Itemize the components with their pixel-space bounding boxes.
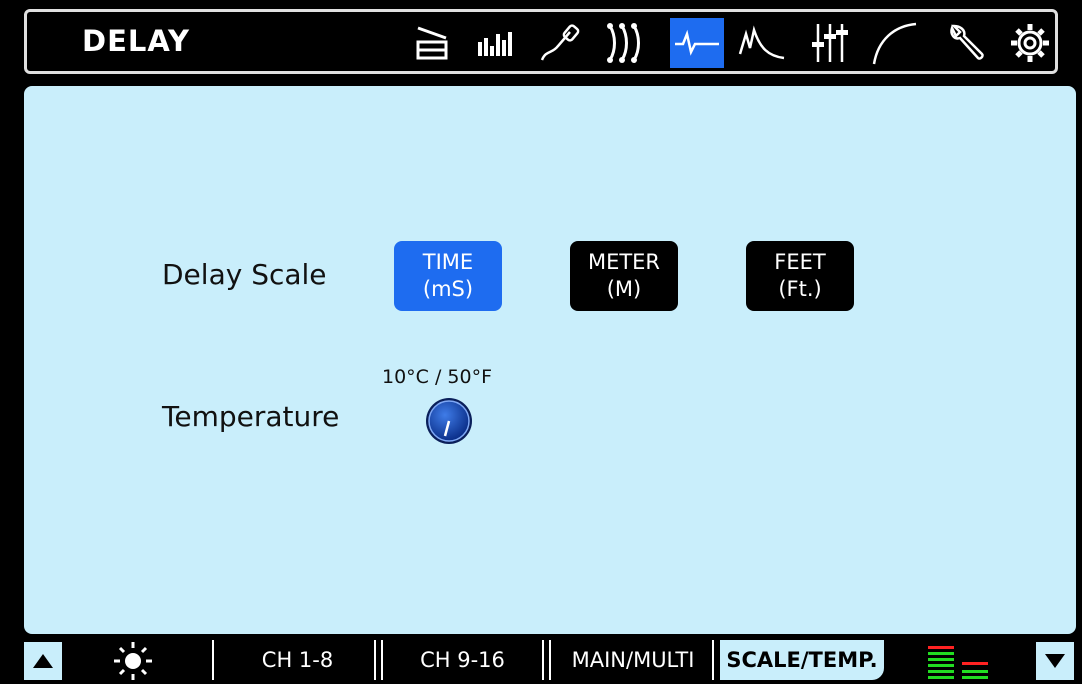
- tab-separator: [381, 640, 383, 680]
- tab-ch-1-8[interactable]: CH 1-8: [230, 640, 365, 680]
- scroll-up-button[interactable]: [24, 642, 62, 680]
- input-icon[interactable]: [405, 18, 459, 68]
- settings-icon[interactable]: [1003, 18, 1057, 68]
- eq-bars-icon[interactable]: [469, 18, 523, 68]
- arrow-down-icon: [1045, 654, 1065, 668]
- delay-scale-label: Delay Scale: [162, 258, 327, 291]
- temperature-label: Temperature: [162, 400, 340, 433]
- feet-scale-line2: (Ft.): [778, 277, 822, 301]
- tab-scale-temp[interactable]: SCALE/TEMP.: [720, 640, 884, 680]
- arrow-up-icon: [33, 654, 53, 668]
- temperature-readout: 10°C / 50°F: [382, 366, 493, 388]
- level-meter: [928, 646, 988, 679]
- cable-icon[interactable]: [533, 18, 587, 68]
- tab-separator: [374, 640, 376, 680]
- bottom-bar: CH 1-8 CH 9-16 MAIN/MULTI SCALE/TEMP.: [0, 640, 1082, 680]
- tab-main-multi[interactable]: MAIN/MULTI: [558, 640, 708, 680]
- tab-separator: [212, 640, 214, 680]
- compressor-icon[interactable]: [735, 18, 789, 68]
- tab-separator: [542, 640, 544, 680]
- main-panel: Delay Scale TIME (mS) METER (M) FEET (Ft…: [24, 86, 1076, 634]
- top-bar: DELAY: [24, 9, 1058, 74]
- time-scale-button[interactable]: TIME (mS): [394, 241, 502, 311]
- meter-scale-line2: (M): [606, 277, 642, 301]
- meter-scale-button[interactable]: METER (M): [570, 241, 678, 311]
- routing-icon[interactable]: [597, 18, 651, 68]
- scroll-down-button[interactable]: [1036, 642, 1074, 680]
- delay-icon[interactable]: [670, 18, 724, 68]
- faders-icon[interactable]: [803, 18, 857, 68]
- tab-ch-9-16[interactable]: CH 9-16: [395, 640, 530, 680]
- time-scale-line2: (mS): [422, 277, 474, 301]
- brightness-icon[interactable]: [110, 642, 156, 680]
- page-title: DELAY: [82, 24, 191, 58]
- tab-separator: [549, 640, 551, 680]
- meter-scale-line1: METER: [587, 250, 661, 274]
- curve-icon[interactable]: [867, 18, 921, 68]
- temperature-knob[interactable]: [424, 396, 474, 446]
- feet-scale-button[interactable]: FEET (Ft.): [746, 241, 854, 311]
- feet-scale-line1: FEET: [774, 250, 826, 274]
- time-scale-line1: TIME: [422, 250, 474, 274]
- wrench-icon[interactable]: [941, 18, 995, 68]
- tab-separator: [712, 640, 714, 680]
